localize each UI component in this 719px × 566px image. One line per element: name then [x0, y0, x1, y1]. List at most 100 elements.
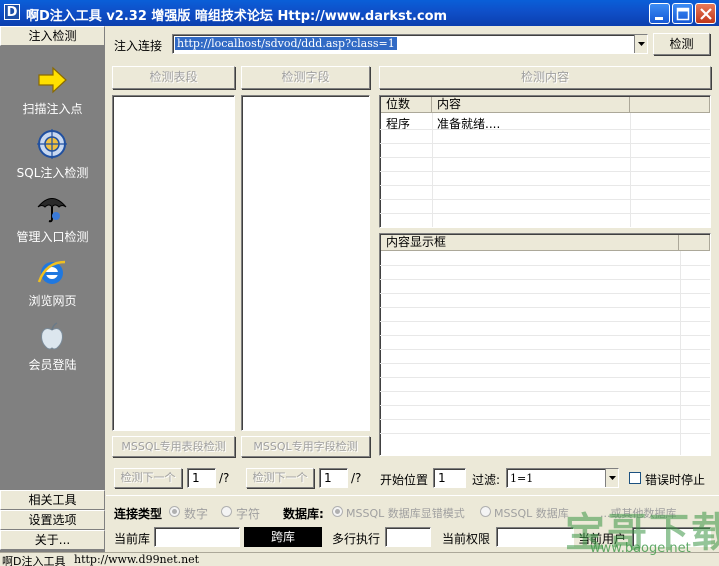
grid-line	[380, 391, 710, 392]
close-button[interactable]	[695, 3, 716, 24]
minimize-icon	[655, 17, 663, 20]
multi-exec-label: 多行执行	[332, 532, 381, 546]
mssql-fields-button[interactable]: MSSQL专用字段检测	[241, 436, 370, 457]
field-total-label: /?	[351, 471, 362, 485]
multi-exec-input[interactable]	[385, 527, 431, 547]
filter-label: 过滤:	[472, 473, 501, 487]
grid-line	[380, 335, 710, 336]
jump-db-button[interactable]: 跨库	[244, 527, 322, 547]
sidebar-item-admin[interactable]: 管理入口检测	[0, 190, 105, 252]
url-dropdown-button[interactable]	[634, 35, 647, 53]
chevron-down-icon	[638, 42, 645, 46]
grid-line	[380, 129, 710, 130]
grid-line	[380, 363, 710, 364]
tables-list[interactable]	[112, 95, 235, 431]
start-pos-label: 开始位置	[380, 473, 429, 487]
grid-line	[380, 279, 710, 280]
maximize-button[interactable]	[672, 3, 693, 24]
grid-line	[380, 157, 710, 158]
grid-line	[380, 171, 710, 172]
detect-button[interactable]: 检测	[653, 33, 710, 55]
tab-inject-detect[interactable]: 注入检测	[0, 26, 105, 46]
maximize-icon	[676, 7, 690, 21]
detect-next-table-button[interactable]: 检测下一个	[114, 468, 182, 488]
watermark-url: www.baoge.net	[590, 541, 691, 556]
close-icon	[700, 8, 712, 20]
filter-value: 1=1	[510, 472, 534, 485]
sidebar-item-label: 会员登陆	[28, 358, 77, 372]
url-combobox[interactable]: http://localhost/sdvod/ddd.asp?class=1	[172, 34, 648, 54]
sidebar-item-sql[interactable]: SQL注入检测	[0, 126, 105, 188]
title-bar[interactable]: D 啊D注入工具 v2.32 增强版 暗组技术论坛 Http://www.dar…	[0, 0, 719, 26]
apple-icon	[41, 322, 63, 350]
table-index-value: 1	[192, 471, 200, 485]
db-mssql-error-radio[interactable]	[332, 506, 343, 517]
grid-line	[380, 377, 710, 378]
detect-next-field-button[interactable]: 检测下一个	[246, 468, 314, 488]
tab-related-tools[interactable]: 相关工具	[0, 490, 105, 510]
sidebar-item-login[interactable]: 会员登陆	[0, 318, 105, 380]
connection-type-label: 连接类型	[114, 507, 163, 521]
start-pos-input[interactable]: 1	[433, 468, 466, 488]
current-db-label: 当前库	[114, 532, 151, 546]
grid-line	[380, 321, 710, 322]
type-number-radio[interactable]	[169, 506, 180, 517]
sidebar-item-label: SQL注入检测	[16, 166, 89, 180]
current-perm-label: 当前权限	[442, 532, 491, 546]
sidebar-item-browse[interactable]: 浏览网页	[0, 254, 105, 316]
sidebar-item-label: 管理入口检测	[16, 230, 89, 244]
filter-dropdown-button[interactable]	[605, 469, 618, 487]
grid-line	[380, 405, 710, 406]
column-header-blank[interactable]	[630, 97, 710, 113]
umbrella-icon	[37, 198, 67, 223]
tab-about[interactable]: 关于...	[0, 530, 105, 550]
grid-line	[380, 213, 710, 214]
chevron-down-icon	[609, 476, 616, 480]
window-title: 啊D注入工具 v2.32 增强版 暗组技术论坛 Http://www.darks…	[26, 9, 448, 24]
sidebar: 注入检测 扫描注入点 SQL注入检测 管理入口检测 浏览网页 会员登陆 相关工具…	[0, 26, 105, 552]
current-perm-input[interactable]	[496, 527, 574, 547]
fields-list[interactable]	[241, 95, 370, 431]
divider	[106, 495, 719, 496]
grid-line	[380, 143, 710, 144]
grid-line	[380, 293, 710, 294]
sidebar-item-scan[interactable]: 扫描注入点	[0, 62, 105, 124]
database-label: 数据库:	[283, 507, 324, 521]
detect-content-button[interactable]: 检测内容	[379, 66, 711, 89]
content-list[interactable]: 位数 内容 程序 准备就绪....	[379, 95, 711, 228]
minimize-button[interactable]	[649, 3, 670, 24]
column-header-pos[interactable]: 位数	[381, 97, 432, 113]
arrow-icon	[38, 66, 67, 94]
sidebar-item-label: 浏览网页	[28, 294, 77, 308]
column-header-blank[interactable]	[679, 235, 710, 251]
stop-on-error-checkbox[interactable]	[629, 472, 641, 484]
table-index-input[interactable]: 1	[187, 468, 216, 488]
column-header-content[interactable]: 内容	[432, 97, 630, 113]
ie-icon	[37, 260, 66, 284]
start-pos-value: 1	[438, 471, 446, 485]
field-index-value: 1	[324, 471, 332, 485]
detect-fields-button[interactable]: 检测字段	[241, 66, 370, 89]
grid-line	[380, 307, 710, 308]
grid-line	[380, 433, 710, 434]
db-mssql-radio[interactable]	[480, 506, 491, 517]
db-mssql-error-label: MSSQL 数据库显错模式	[346, 507, 465, 520]
url-input[interactable]: http://localhost/sdvod/ddd.asp?class=1	[175, 37, 397, 50]
filter-combobox[interactable]: 1=1	[506, 468, 619, 488]
status-url: http://www.d99net.net	[74, 553, 200, 566]
grid-line	[380, 419, 710, 420]
grid-line	[380, 265, 710, 266]
mssql-tables-button[interactable]: MSSQL专用表段检测	[112, 436, 235, 457]
content-display-box[interactable]: 内容显示框	[379, 233, 711, 456]
table-total-label: /?	[219, 471, 230, 485]
field-index-input[interactable]: 1	[319, 468, 348, 488]
type-string-radio[interactable]	[221, 506, 232, 517]
type-string-label: 字符	[236, 507, 261, 521]
content-display-header[interactable]: 内容显示框	[381, 235, 679, 251]
stop-on-error-label: 错误时停止	[645, 473, 706, 487]
detect-tables-button[interactable]: 检测表段	[112, 66, 235, 89]
current-db-input[interactable]	[154, 527, 240, 547]
tab-settings[interactable]: 设置选项	[0, 510, 105, 530]
target-icon	[37, 129, 67, 159]
url-label: 注入连接	[114, 39, 163, 53]
